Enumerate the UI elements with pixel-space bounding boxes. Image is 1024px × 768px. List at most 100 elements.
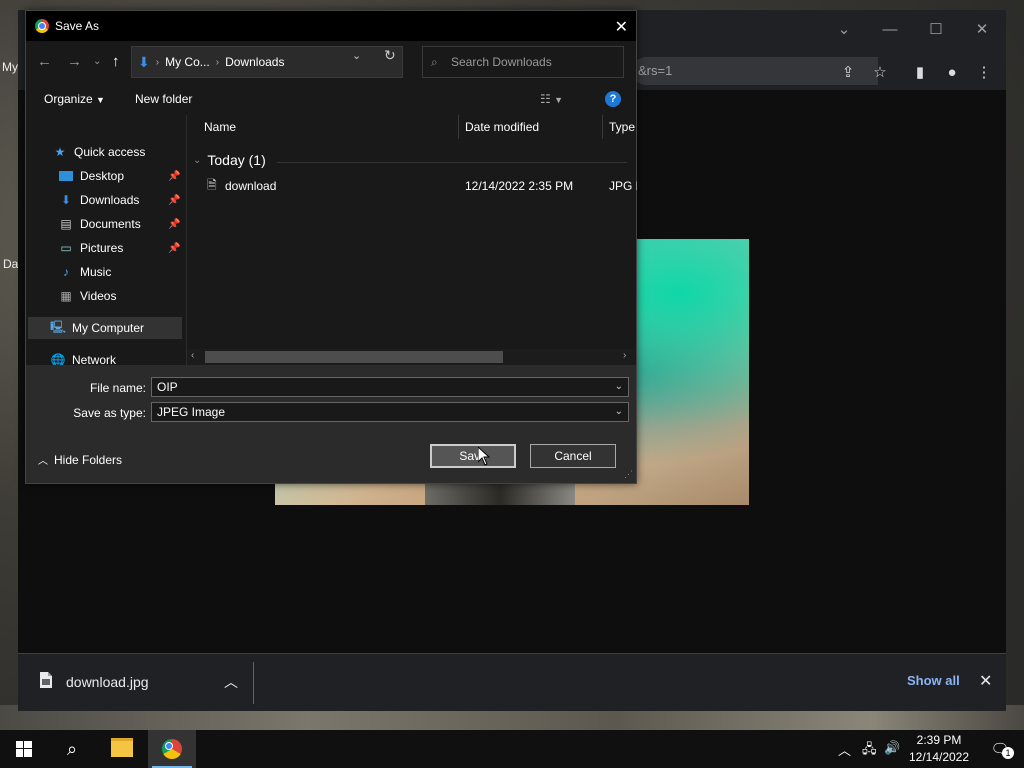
pin-icon[interactable]: 📌 — [168, 219, 180, 230]
nav-item-pictures[interactable]: ▭ Pictures 📌 — [58, 237, 184, 259]
profile-icon[interactable]: ● — [942, 62, 962, 82]
nav-item-videos[interactable]: ▦ Videos — [58, 285, 184, 307]
chevron-up-icon[interactable]: ︿ — [224, 672, 238, 692]
divider — [253, 662, 254, 704]
column-header-date[interactable]: Date modified — [459, 115, 603, 139]
nav-label: My Computer — [72, 321, 145, 335]
file-name-field[interactable]: OIP ⌄ — [151, 377, 629, 397]
nav-item-quick-access[interactable]: ★ Quick access — [52, 141, 182, 163]
chevron-down-icon[interactable]: ⌄ — [352, 49, 361, 62]
chevron-down-icon: ⌄ — [193, 154, 202, 166]
view-options-icon[interactable]: ☷ ▼ — [540, 92, 563, 106]
file-list-pane: Name Date modified Type ⌄ Today (1) 🗎 do… — [186, 115, 637, 365]
scrollbar-thumb[interactable] — [205, 351, 503, 363]
chrome-taskbar-button[interactable] — [148, 730, 196, 768]
dialog-titlebar[interactable]: Save As ✕ — [26, 11, 636, 41]
network-tray-icon[interactable]: 🖧 — [862, 740, 877, 762]
show-all-link[interactable]: Show all — [907, 673, 960, 688]
chevron-down-icon[interactable]: ⌄ — [615, 406, 623, 417]
share-icon[interactable]: ⇪ — [838, 62, 858, 82]
bookmark-star-icon[interactable]: ☆ — [870, 62, 890, 82]
desktop-icon-label[interactable]: Da — [3, 257, 18, 271]
close-icon[interactable]: ✕ — [615, 17, 628, 37]
breadcrumb-item[interactable]: My Co... — [159, 55, 216, 69]
pin-icon[interactable]: 📌 — [168, 243, 180, 254]
desktop-icon-label[interactable]: My — [2, 60, 18, 74]
file-type: JPG F — [609, 179, 637, 193]
nav-label: Desktop — [80, 169, 125, 183]
taskbar: ⌕ ︿ 🖧 🔊 2:39 PM 12/14/2022 🗨 1 — [0, 730, 1024, 768]
nav-item-desktop[interactable]: Desktop 📌 — [58, 165, 184, 187]
search-placeholder: Search Downloads — [451, 55, 552, 69]
star-icon: ★ — [54, 145, 66, 159]
scroll-left-icon[interactable]: ‹ — [191, 350, 194, 361]
dialog-title: Save As — [55, 19, 100, 33]
windows-logo-icon — [16, 741, 32, 757]
help-icon[interactable]: ? — [605, 91, 621, 107]
chevron-up-icon[interactable]: ︿ — [838, 740, 851, 759]
nav-label: Music — [80, 265, 112, 279]
file-row[interactable]: 🗎 download 12/14/2022 2:35 PM JPG F — [207, 175, 637, 197]
column-header-name[interactable]: Name — [187, 115, 459, 139]
chrome-logo-icon — [35, 19, 49, 33]
save-type-value: JPEG Image — [157, 405, 226, 419]
close-icon[interactable]: ✕ — [979, 671, 992, 691]
breadcrumb-item[interactable]: Downloads — [219, 55, 290, 69]
file-name-label: File name: — [89, 381, 146, 395]
download-arrow-icon: ⬇ — [60, 193, 72, 207]
clock[interactable]: 2:39 PM 12/14/2022 — [906, 732, 972, 766]
chevron-down-icon[interactable]: ⌄ — [615, 381, 623, 392]
address-breadcrumb[interactable]: ⬇ › My Co... › Downloads — [131, 46, 403, 78]
dialog-footer: File name: OIP ⌄ Save as type: JPEG Imag… — [26, 365, 636, 483]
search-button[interactable]: ⌕ — [48, 730, 96, 768]
save-button[interactable]: Save — [430, 444, 516, 468]
side-panel-icon[interactable]: ▮ — [910, 62, 930, 82]
nav-item-my-computer[interactable]: 🖳 My Computer — [28, 317, 182, 339]
download-item[interactable]: download.jpg — [40, 672, 149, 691]
new-folder-button[interactable]: New folder — [135, 92, 192, 106]
action-center-button[interactable]: 🗨 1 — [976, 730, 1024, 768]
nav-label: Downloads — [80, 193, 140, 207]
minimize-button[interactable]: — — [870, 16, 910, 42]
file-explorer-button[interactable] — [98, 730, 146, 768]
nav-item-music[interactable]: ♪ Music — [58, 261, 184, 283]
horizontal-scrollbar[interactable]: ‹ › — [187, 349, 635, 365]
column-header-type[interactable]: Type — [603, 115, 635, 139]
file-icon — [40, 672, 52, 691]
downloads-arrow-icon: ⬇ — [138, 53, 150, 70]
recent-locations-chevron-icon[interactable]: ⌄ — [93, 56, 101, 67]
pictures-icon: ▭ — [60, 241, 72, 255]
search-icon: ⌕ — [66, 738, 78, 759]
menu-kebab-icon[interactable]: ⋮ — [974, 62, 994, 82]
back-arrow-icon[interactable]: ← — [37, 53, 52, 70]
scroll-right-icon[interactable]: › — [623, 350, 626, 361]
nav-item-downloads[interactable]: ⬇ Downloads 📌 — [58, 189, 184, 211]
documents-icon: ▤ — [60, 217, 72, 231]
pin-icon[interactable]: 📌 — [168, 195, 180, 206]
volume-icon[interactable]: 🔊 — [884, 740, 900, 756]
music-note-icon: ♪ — [63, 265, 69, 279]
pin-icon[interactable]: 📌 — [168, 171, 180, 182]
maximize-button[interactable]: ☐ — [916, 16, 956, 42]
hide-folders-button[interactable]: ︿ Hide Folders — [38, 452, 122, 468]
group-header[interactable]: ⌄ Today (1) — [193, 152, 266, 168]
command-bar: Organize ▼ New folder ☷ ▼ ? — [26, 83, 636, 115]
chrome-logo-icon — [162, 739, 182, 759]
start-button[interactable] — [0, 730, 48, 768]
cancel-button[interactable]: Cancel — [530, 444, 616, 468]
save-type-select[interactable]: JPEG Image ⌄ — [151, 402, 629, 422]
search-icon: ⌕ — [431, 54, 438, 69]
up-arrow-icon[interactable]: ↑ — [112, 53, 120, 70]
search-input[interactable]: ⌕ Search Downloads — [422, 46, 624, 78]
organize-button[interactable]: Organize ▼ — [44, 92, 105, 106]
save-as-dialog: Save As ✕ ← → ⌄ ↑ ⬇ › My Co... › Downloa… — [25, 10, 637, 484]
refresh-icon[interactable]: ↻ — [384, 47, 396, 64]
chevron-down-icon: ▼ — [96, 95, 105, 105]
tab-search-chevron-icon[interactable]: ⌄ — [824, 16, 864, 42]
forward-arrow-icon[interactable]: → — [67, 53, 82, 70]
resize-grip-icon[interactable]: ⋰ — [624, 469, 633, 480]
mouse-cursor-icon — [477, 445, 491, 471]
close-window-button[interactable]: ✕ — [962, 16, 1002, 42]
nav-item-documents[interactable]: ▤ Documents 📌 — [58, 213, 184, 235]
nav-label: Videos — [80, 289, 117, 303]
